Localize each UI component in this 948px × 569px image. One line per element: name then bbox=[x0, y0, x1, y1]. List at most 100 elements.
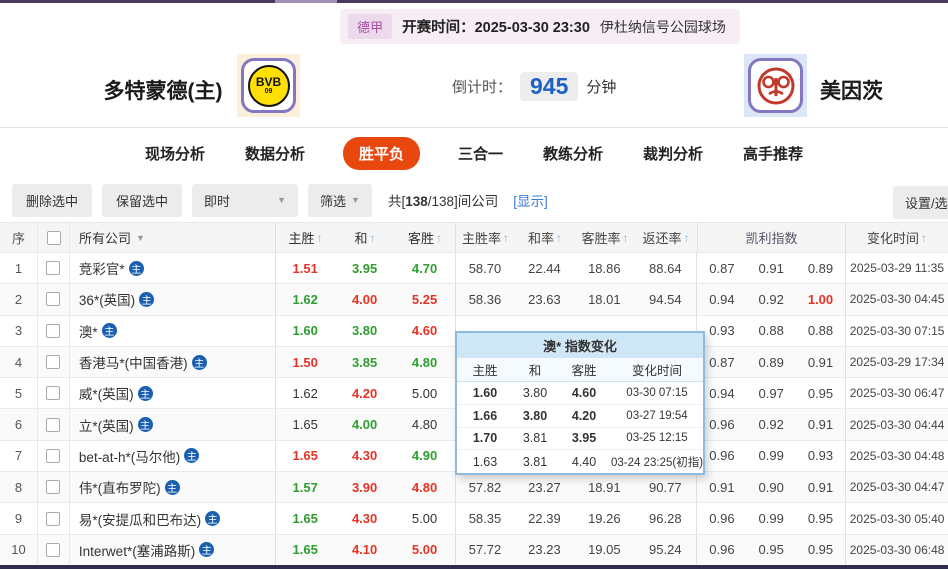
show-link[interactable]: [显示] bbox=[513, 190, 548, 210]
row-checkbox[interactable] bbox=[46, 323, 61, 338]
return-rate: 90.77 bbox=[649, 479, 682, 495]
row-checkbox[interactable] bbox=[46, 448, 61, 463]
tab-三合一[interactable]: 三合一 bbox=[456, 137, 505, 170]
kelly-index-3: 0.95 bbox=[807, 511, 834, 527]
draw-odds: 4.10 bbox=[351, 542, 378, 558]
away-team-name: 美因茨 bbox=[820, 80, 883, 103]
popup-body: 1.60 3.80 4.60 03-30 07:15 1.66 3.80 4.20 03-27… bbox=[457, 382, 703, 473]
row-checkbox[interactable] bbox=[46, 355, 61, 370]
home-badge-icon: 主 bbox=[191, 354, 207, 370]
company-name[interactable]: 威*(英国) 主 bbox=[70, 378, 275, 408]
draw-rate: 23.23 bbox=[528, 542, 561, 558]
row-check-cell bbox=[38, 284, 70, 315]
header-checkbox[interactable] bbox=[38, 223, 70, 252]
draw-odds: 4.00 bbox=[351, 417, 378, 433]
away-win-rate: 19.05 bbox=[588, 542, 621, 558]
row-checkbox[interactable] bbox=[46, 417, 61, 432]
change-time: 2025-03-30 04:44 bbox=[845, 409, 948, 440]
popup-draw-odds: 3.80 bbox=[522, 408, 548, 423]
row-checkbox[interactable] bbox=[46, 292, 61, 307]
popup-away-odds: 4.60 bbox=[571, 385, 597, 400]
home-badge-icon: 主 bbox=[137, 417, 153, 433]
kelly-group: 0.96 0.99 0.95 bbox=[696, 503, 845, 534]
table-row: 2 36*(英国) 主 1.62 4.00 5.25 58.36 23.63 18.01 94.5… bbox=[0, 284, 948, 316]
row-seq: 9 bbox=[0, 503, 38, 534]
settings-button[interactable]: 设置/选择 bbox=[893, 186, 948, 219]
popup-draw-odds: 3.81 bbox=[522, 431, 548, 446]
company-name[interactable]: 立*(英国) 主 bbox=[70, 409, 275, 439]
kelly-index-3: 1.00 bbox=[807, 291, 834, 307]
popup-row: 1.63 3.81 4.40 03-24 23:25(初指) bbox=[457, 450, 703, 473]
company-name[interactable]: 澳* 主 bbox=[70, 316, 275, 346]
row-check-cell bbox=[38, 534, 70, 565]
header-change-time[interactable]: 变化时间 ↑ bbox=[845, 223, 948, 252]
company-name[interactable]: Interwet*(塞浦路斯) 主 bbox=[70, 535, 275, 565]
chevron-down-icon: ▼ bbox=[136, 232, 145, 243]
home-badge-icon: 主 bbox=[199, 542, 215, 558]
popup-change-time: 03-25 12:15 bbox=[626, 432, 688, 445]
instant-dropdown[interactable]: 即时 ▼ bbox=[192, 183, 299, 217]
kelly-group: 0.94 0.92 1.00 bbox=[696, 284, 845, 315]
home-win-rate: 57.72 bbox=[454, 534, 515, 565]
toolbar: 删除选中 保留选中 即时 ▼ 筛选 ▼ 共[138/138]间公司 [显示] 设… bbox=[0, 178, 948, 222]
home-win-rate: 58.36 bbox=[454, 284, 515, 315]
tab-裁判分析[interactable]: 裁判分析 bbox=[641, 137, 705, 170]
countdown-unit: 分钟 bbox=[586, 79, 617, 96]
home-badge-icon: 主 bbox=[101, 323, 117, 339]
kelly-index-3: 0.89 bbox=[807, 260, 834, 276]
row-check-cell bbox=[38, 440, 70, 472]
header-draw-rate[interactable]: 和率 ↑ bbox=[515, 223, 575, 252]
home-win-odds: 1.65 bbox=[274, 409, 335, 440]
header-company[interactable]: 所有公司 ▼ bbox=[70, 223, 275, 252]
kelly-group: 0.87 0.89 0.91 bbox=[696, 346, 845, 378]
company-name[interactable]: bet-at-h*(马尔他) 主 bbox=[70, 441, 275, 471]
header-return-rate[interactable]: 返还率 ↑ bbox=[635, 223, 697, 252]
countdown-label: 倒计时： bbox=[452, 79, 513, 96]
kelly-index-3: 0.95 bbox=[807, 542, 834, 558]
header-kelly-group: 凯利指数 bbox=[697, 223, 845, 252]
draw-rate: 23.27 bbox=[528, 479, 561, 495]
popup-change-time: 03-24 23:25(初指) bbox=[611, 456, 704, 469]
kelly-index-1: 0.96 bbox=[709, 542, 735, 558]
header-away-win[interactable]: 客胜 ↑ bbox=[395, 223, 455, 252]
header-home-rate[interactable]: 主胜率 ↑ bbox=[455, 223, 515, 252]
delete-selected-button[interactable]: 删除选中 bbox=[12, 183, 93, 217]
tab-胜平负[interactable]: 胜平负 bbox=[342, 136, 420, 170]
company-name[interactable]: 竞彩官* 主 bbox=[70, 253, 275, 283]
home-badge-icon: 主 bbox=[139, 291, 155, 307]
kelly-index-2: 0.99 bbox=[758, 448, 784, 464]
header-away-rate[interactable]: 客胜率 ↑ bbox=[575, 223, 635, 252]
kelly-index-1: 0.94 bbox=[709, 291, 735, 307]
select-all-checkbox[interactable] bbox=[46, 230, 61, 245]
company-name[interactable]: 香港马*(中国香港) 主 bbox=[70, 347, 275, 377]
return-rate: 88.64 bbox=[649, 260, 682, 276]
home-win-odds: 1.65 bbox=[274, 440, 335, 472]
row-checkbox[interactable] bbox=[46, 511, 61, 526]
home-win-odds: 1.60 bbox=[274, 315, 335, 346]
row-seq: 1 bbox=[0, 253, 38, 284]
tab-现场分析[interactable]: 现场分析 bbox=[143, 137, 207, 170]
kelly-index-2: 0.97 bbox=[758, 385, 784, 401]
draw-odds: 3.80 bbox=[351, 323, 378, 339]
filter-dropdown[interactable]: 筛选 ▼ bbox=[308, 183, 372, 217]
change-time: 2025-03-29 11:35 bbox=[845, 253, 948, 284]
row-checkbox[interactable] bbox=[46, 542, 61, 557]
row-checkbox[interactable] bbox=[46, 261, 61, 276]
away-team-logo bbox=[744, 54, 807, 117]
tab-教练分析[interactable]: 教练分析 bbox=[541, 137, 605, 170]
company-name[interactable]: 伟*(直布罗陀) 主 bbox=[70, 472, 275, 502]
company-name[interactable]: 易*(安提瓜和巴布达) 主 bbox=[70, 503, 275, 533]
header-home-win[interactable]: 主胜 ↑ bbox=[275, 223, 335, 252]
row-checkbox[interactable] bbox=[46, 480, 61, 495]
company-name[interactable]: 36*(英国) 主 bbox=[70, 284, 275, 314]
row-seq: 5 bbox=[0, 378, 38, 409]
match-info-bar: 德甲 开赛时间：2025-03-30 23:30 伊杜纳信号公园球场 bbox=[0, 9, 948, 44]
change-time: 2025-03-30 04:48 bbox=[845, 440, 948, 472]
tab-高手推荐[interactable]: 高手推荐 bbox=[741, 137, 805, 170]
kelly-index-2: 0.95 bbox=[758, 542, 784, 558]
row-checkbox[interactable] bbox=[46, 386, 61, 401]
change-time: 2025-03-30 06:48 bbox=[845, 534, 948, 565]
header-draw[interactable]: 和 ↑ bbox=[335, 223, 395, 252]
keep-selected-button[interactable]: 保留选中 bbox=[102, 183, 183, 217]
tab-数据分析[interactable]: 数据分析 bbox=[243, 137, 307, 170]
